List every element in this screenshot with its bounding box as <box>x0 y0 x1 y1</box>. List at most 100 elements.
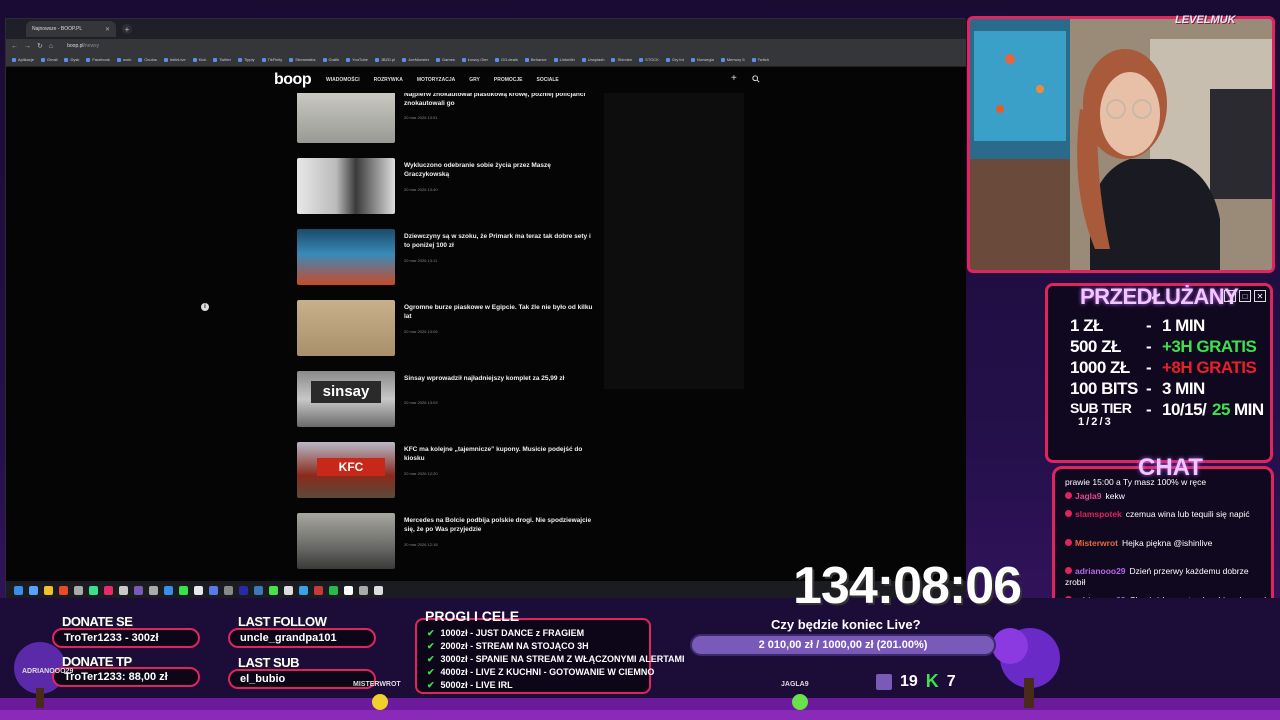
site-logo[interactable]: boop <box>274 71 312 89</box>
taskbar-app-icon[interactable] <box>299 585 308 595</box>
reload-icon[interactable]: ↻ <box>37 42 43 50</box>
bookmark-item[interactable]: Norwegia <box>690 57 714 62</box>
bookmark-item[interactable]: Behance <box>524 57 547 62</box>
article-card[interactable]: Mercedes na Bolcie podbija polskie drogi… <box>297 513 597 569</box>
taskbar-app-icon[interactable] <box>269 585 278 595</box>
article-thumbnail[interactable] <box>297 300 395 356</box>
bookmark-item[interactable]: Oculus <box>138 57 157 62</box>
info-icon[interactable]: i <box>201 303 209 311</box>
bookmark-item[interactable]: work <box>116 57 131 62</box>
bookmark-item[interactable]: Twitter <box>213 57 231 62</box>
article-thumbnail[interactable] <box>297 93 395 143</box>
home-icon[interactable]: ⌂ <box>49 43 53 50</box>
forward-icon[interactable]: → <box>24 43 31 50</box>
nav-item[interactable]: ROZRYWKA <box>374 77 403 83</box>
article-thumbnail[interactable] <box>297 229 395 285</box>
bookmark-item[interactable]: TikFinity <box>261 57 282 62</box>
taskbar-app-icon[interactable] <box>134 585 143 595</box>
taskbar-app-icon[interactable] <box>164 585 173 595</box>
article-thumbnail[interactable] <box>297 513 395 569</box>
bookmark-item[interactable]: Unsplash <box>581 57 604 62</box>
article-card[interactable]: KFC KFC ma kolejne „tajemnicze” kupony. M… <box>297 442 597 498</box>
taskbar-app-icon[interactable] <box>104 585 113 595</box>
bookmark-item[interactable]: Games <box>436 57 455 62</box>
back-icon[interactable]: ← <box>11 43 18 50</box>
nav-item[interactable]: WIADOMOŚCI <box>326 77 360 83</box>
taskbar-app-icon[interactable] <box>29 585 38 595</box>
article-title[interactable]: Dziewczyny są w szoku, że Primark ma ter… <box>404 233 594 250</box>
bookmark-item[interactable]: LinkedIn <box>553 57 575 62</box>
bookmark-label: YouTube <box>352 57 368 62</box>
bookmark-item[interactable]: JoeMonster <box>402 57 429 62</box>
taskbar-app-icon[interactable] <box>14 585 23 595</box>
bookmark-item[interactable]: GG.deals <box>494 57 518 62</box>
taskbar-app-icon[interactable] <box>344 585 353 595</box>
taskbar-app-icon[interactable] <box>149 585 158 595</box>
url-field[interactable]: boop.pl/newsy <box>67 43 99 49</box>
check-icon: ✔ <box>427 654 435 664</box>
bookmark-item[interactable]: Tipply <box>237 57 255 62</box>
bookmark-item[interactable]: Łowcy Gier <box>461 57 488 62</box>
nav-item[interactable]: MOTORYZACJA <box>417 77 455 83</box>
nav-item[interactable]: PROMOCJE <box>494 77 523 83</box>
bookmark-item[interactable]: STOCK <box>639 57 659 62</box>
taskbar-app-icon[interactable] <box>239 585 248 595</box>
taskbar-app-icon[interactable] <box>224 585 233 595</box>
bookmark-item[interactable]: Facebook <box>86 57 110 62</box>
taskbar-app-icon[interactable] <box>179 585 188 595</box>
article-thumbnail[interactable]: sinsay <box>297 371 395 427</box>
taskbar-app-icon[interactable] <box>209 585 218 595</box>
article-thumbnail[interactable] <box>297 158 395 214</box>
plus-icon[interactable]: + <box>731 73 737 84</box>
taskbar-app-icon[interactable] <box>74 585 83 595</box>
taskbar-app-icon[interactable] <box>329 585 338 595</box>
new-tab-button[interactable]: + <box>122 24 132 34</box>
taskbar-app-icon[interactable] <box>374 585 383 595</box>
article-title[interactable]: Mercedes na Bolcie podbija polskie drogi… <box>404 517 594 534</box>
taskbar-app-icon[interactable] <box>59 585 68 595</box>
article-title[interactable]: Sinsay wprowadził najładniejszy komplet … <box>404 375 594 384</box>
bookmark-item[interactable]: Grafik <box>322 57 339 62</box>
taskbar-app-icon[interactable] <box>254 585 263 595</box>
article-title[interactable]: KFC ma kolejne „tajemnicze” kupony. Musi… <box>404 446 594 463</box>
bookmark-item[interactable]: JBZD.pl <box>374 57 395 62</box>
bookmark-item[interactable]: Memory 5 <box>720 57 745 62</box>
article-thumbnail[interactable]: KFC <box>297 442 395 498</box>
bookmark-item[interactable]: Dysk <box>64 57 79 62</box>
article-list: i Najpierw znokautował plastikową krowę,… <box>6 93 966 581</box>
article-title[interactable]: Najpierw znokautował plastikową krowę, p… <box>404 93 594 108</box>
bookmark-item[interactable]: Shinden <box>611 57 632 62</box>
article-title[interactable]: Ogromne burze piaskowe w Egipcie. Tak źl… <box>404 304 594 321</box>
article-card[interactable]: Wykluczono odebranie sobie życia przez M… <box>297 158 597 214</box>
taskbar-app-icon[interactable] <box>89 585 98 595</box>
nav-item[interactable]: GRY <box>469 77 480 83</box>
browser-tab[interactable]: Najnowsze - BOOP.PL ✕ <box>26 21 116 37</box>
bookmark-label: GG.deals <box>500 57 518 62</box>
chat-username: slamspotek <box>1075 509 1122 519</box>
article-card[interactable]: sinsay Sinsay wprowadził najładniejszy ko… <box>297 371 597 427</box>
article-title[interactable]: Wykluczono odebranie sobie życia przez M… <box>404 162 594 179</box>
bookmark-label: Gmail <box>47 57 58 62</box>
taskbar-app-icon[interactable] <box>119 585 128 595</box>
bookmark-item[interactable]: Twitch <box>751 57 769 62</box>
rate-reward: 3 MIN <box>1162 379 1205 398</box>
bookmark-item[interactable]: Streamlabs <box>289 57 316 62</box>
bookmark-item[interactable]: Aplikacje <box>12 57 34 62</box>
taskbar-app-icon[interactable] <box>194 585 203 595</box>
taskbar-app-icon[interactable] <box>314 585 323 595</box>
taskbar-app-icon[interactable] <box>284 585 293 595</box>
article-card[interactable]: Najpierw znokautował plastikową krowę, p… <box>297 93 597 143</box>
taskbar-app-icon[interactable] <box>44 585 53 595</box>
article-card[interactable]: Dziewczyny są w szoku, że Primark ma ter… <box>297 229 597 285</box>
search-icon[interactable] <box>752 75 760 83</box>
goal-item: ✔ 2000zł - STREAM NA STOJĄCO 3H <box>427 641 589 652</box>
close-icon[interactable]: ✕ <box>105 26 110 33</box>
bookmark-item[interactable]: Gmail <box>41 57 57 62</box>
bookmark-item[interactable]: Gry tnt <box>665 57 684 62</box>
taskbar-app-icon[interactable] <box>359 585 368 595</box>
article-card[interactable]: Ogromne burze piaskowe w Egipcie. Tak źl… <box>297 300 597 356</box>
bookmark-item[interactable]: YouTube <box>346 57 368 62</box>
nav-item[interactable]: SOCIALE <box>537 77 559 83</box>
bookmark-item[interactable]: Kick <box>192 57 206 62</box>
bookmark-item[interactable]: IshinLive <box>163 57 186 62</box>
